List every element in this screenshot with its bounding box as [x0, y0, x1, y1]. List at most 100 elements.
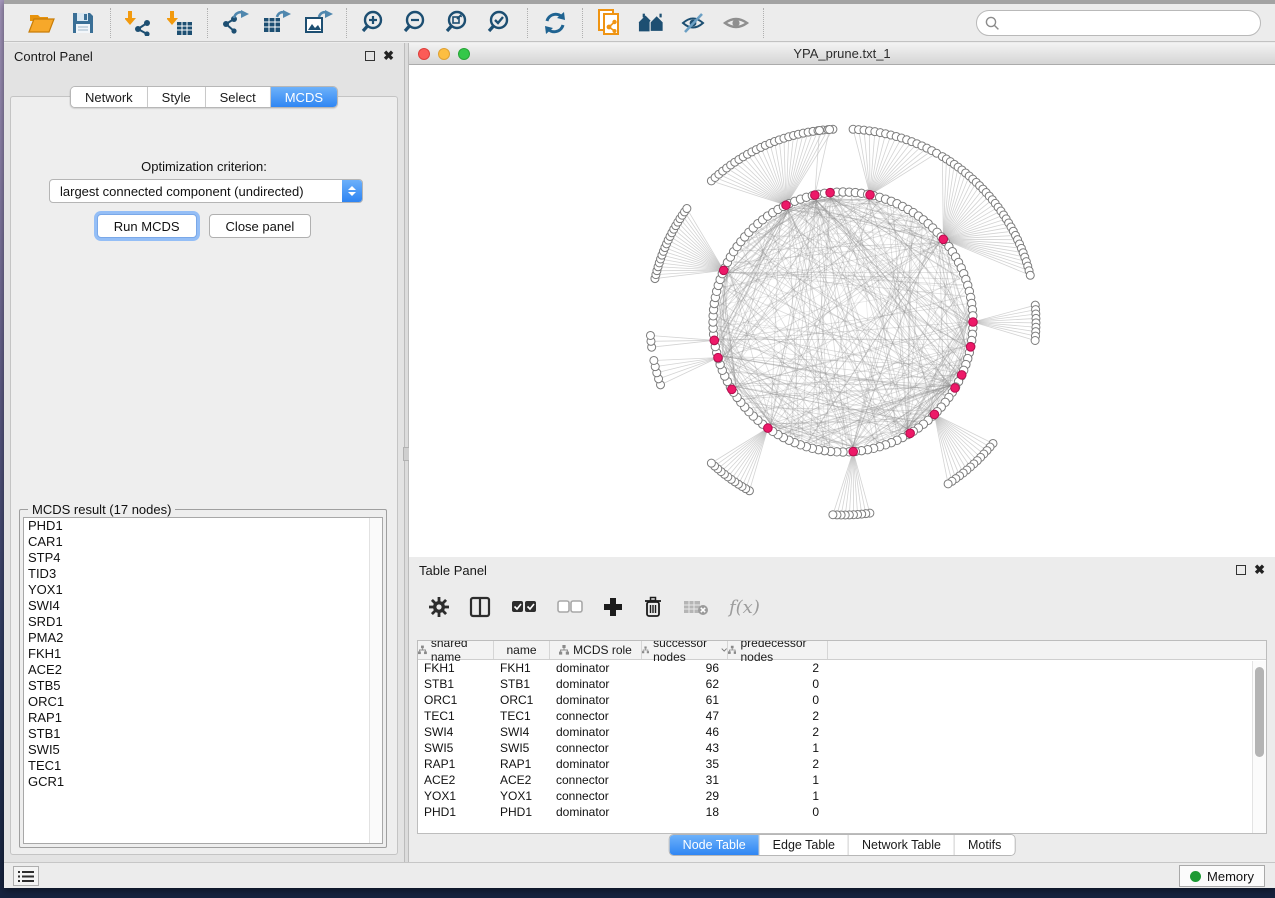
mcds-result-item[interactable]: GCR1 — [24, 774, 382, 790]
table-row[interactable]: TEC1TEC1connector472 — [418, 708, 1266, 724]
table-body: FKH1FKH1dominator962STB1STB1dominator620… — [418, 660, 1266, 820]
mcds-result-item[interactable]: SWI4 — [24, 598, 382, 614]
close-panel-icon[interactable]: ✖ — [383, 51, 394, 61]
mcds-result-item[interactable]: TEC1 — [24, 758, 382, 774]
hide-eye-icon[interactable] — [680, 9, 708, 37]
cell-successor-nodes: 62 — [642, 677, 728, 691]
search-input[interactable] — [976, 10, 1261, 36]
cell-shared-name: PHD1 — [418, 805, 494, 819]
cell-shared-name: YOX1 — [418, 789, 494, 803]
open-folder-icon[interactable] — [27, 9, 55, 37]
function-icon[interactable]: f(x) — [729, 597, 760, 618]
table-scrollbar[interactable] — [1252, 661, 1266, 833]
mcds-result-item[interactable]: ORC1 — [24, 694, 382, 710]
task-history-button[interactable] — [13, 866, 39, 886]
network-window-titlebar[interactable]: YPA_prune.txt_1 — [409, 43, 1275, 65]
tab-motifs[interactable]: Motifs — [955, 835, 1014, 855]
table-row[interactable]: RAP1RAP1dominator352 — [418, 756, 1266, 772]
tab-style[interactable]: Style — [148, 87, 206, 107]
mcds-result-item[interactable]: SWI5 — [24, 742, 382, 758]
show-eye-icon[interactable] — [722, 9, 750, 37]
column-header-name[interactable]: name — [494, 641, 550, 659]
mcds-result-item[interactable]: PHD1 — [24, 518, 382, 534]
table-header-row: shared namenameMCDS rolesuccessor nodesp… — [418, 641, 1266, 660]
export-table-icon[interactable] — [263, 9, 291, 37]
zoom-in-icon[interactable] — [360, 9, 388, 37]
table-row[interactable]: ACE2ACE2connector311 — [418, 772, 1266, 788]
deselect-all-icon[interactable] — [557, 600, 583, 614]
export-image-icon[interactable] — [305, 9, 333, 37]
control-panel-tabs: NetworkStyleSelectMCDS — [70, 86, 338, 108]
import-network-icon[interactable] — [124, 9, 152, 37]
select-all-icon[interactable] — [511, 600, 537, 614]
tab-mcds[interactable]: MCDS — [271, 87, 337, 107]
mcds-result-item[interactable]: SRD1 — [24, 614, 382, 630]
table-row[interactable]: YOX1YOX1connector291 — [418, 788, 1266, 804]
import-table-icon[interactable] — [166, 9, 194, 37]
delete-table-icon[interactable] — [683, 598, 709, 616]
cell-predecessor-nodes: 0 — [728, 805, 828, 819]
columns-icon[interactable] — [469, 596, 491, 618]
float-table-panel-icon[interactable] — [1236, 565, 1246, 575]
run-mcds-button[interactable]: Run MCDS — [97, 214, 197, 238]
mcds-result-item[interactable]: PMA2 — [24, 630, 382, 646]
table-row[interactable]: PHD1PHD1dominator180 — [418, 804, 1266, 820]
mcds-result-item[interactable]: RAP1 — [24, 710, 382, 726]
close-table-panel-icon[interactable]: ✖ — [1254, 565, 1265, 575]
mcds-list-scrollbar[interactable] — [369, 518, 382, 843]
namespace-icon — [418, 645, 427, 655]
cell-predecessor-nodes: 2 — [728, 709, 828, 723]
node-table[interactable]: shared namenameMCDS rolesuccessor nodesp… — [417, 640, 1267, 834]
table-panel-header: Table Panel ✖ — [409, 557, 1275, 583]
export-network-icon[interactable] — [221, 9, 249, 37]
cell-successor-nodes: 96 — [642, 661, 728, 675]
namespace-icon — [728, 645, 736, 655]
mcds-result-item[interactable]: STB5 — [24, 678, 382, 694]
mcds-result-item[interactable]: TID3 — [24, 566, 382, 582]
cell-name: PHD1 — [494, 805, 550, 819]
mcds-result-item[interactable]: YOX1 — [24, 582, 382, 598]
cell-predecessor-nodes: 1 — [728, 773, 828, 787]
export-group — [208, 8, 347, 38]
optimization-select[interactable]: largest connected component (undirected) — [49, 179, 363, 203]
cell-name: TEC1 — [494, 709, 550, 723]
zoom-out-icon[interactable] — [402, 9, 430, 37]
column-header-MCDS-role[interactable]: MCDS role — [550, 641, 642, 659]
delete-icon[interactable] — [643, 596, 663, 618]
zoom-selected-icon[interactable] — [486, 9, 514, 37]
mcds-result-list[interactable]: PHD1CAR1STP4TID3YOX1SWI4SRD1PMA2FKH1ACE2… — [23, 517, 383, 844]
tab-node-table[interactable]: Node Table — [670, 835, 760, 855]
mcds-result-item[interactable]: STP4 — [24, 550, 382, 566]
tab-select[interactable]: Select — [206, 87, 271, 107]
table-row[interactable]: FKH1FKH1dominator962 — [418, 660, 1266, 676]
tab-network-table[interactable]: Network Table — [849, 835, 955, 855]
clone-network-icon[interactable] — [596, 9, 624, 37]
save-icon[interactable] — [69, 9, 97, 37]
network-window-title: YPA_prune.txt_1 — [409, 46, 1275, 61]
home-network-icon[interactable] — [638, 9, 666, 37]
mcds-result-item[interactable]: FKH1 — [24, 646, 382, 662]
tab-edge-table[interactable]: Edge Table — [760, 835, 849, 855]
table-row[interactable]: SWI4SWI4dominator462 — [418, 724, 1266, 740]
cell-predecessor-nodes: 2 — [728, 661, 828, 675]
network-graph[interactable] — [409, 65, 1275, 557]
float-panel-icon[interactable] — [365, 51, 375, 61]
gear-icon[interactable] — [429, 597, 449, 617]
column-header-successor-nodes[interactable]: successor nodes — [642, 641, 728, 659]
network-view[interactable] — [409, 65, 1275, 557]
mcds-result-item[interactable]: CAR1 — [24, 534, 382, 550]
table-row[interactable]: SWI5SWI5connector431 — [418, 740, 1266, 756]
zoom-fit-icon[interactable] — [444, 9, 472, 37]
tab-network[interactable]: Network — [71, 87, 148, 107]
memory-button[interactable]: Memory — [1179, 865, 1265, 887]
table-row[interactable]: STB1STB1dominator620 — [418, 676, 1266, 692]
mcds-result-item[interactable]: ACE2 — [24, 662, 382, 678]
mcds-result-item[interactable]: STB1 — [24, 726, 382, 742]
refresh-icon[interactable] — [541, 9, 569, 37]
column-header-predecessor-nodes[interactable]: predecessor nodes — [728, 641, 828, 659]
table-row[interactable]: ORC1ORC1dominator610 — [418, 692, 1266, 708]
add-icon[interactable] — [603, 597, 623, 617]
column-header-shared-name[interactable]: shared name — [418, 641, 494, 659]
close-panel-button[interactable]: Close panel — [209, 214, 312, 238]
scrollbar-thumb[interactable] — [1255, 667, 1264, 757]
